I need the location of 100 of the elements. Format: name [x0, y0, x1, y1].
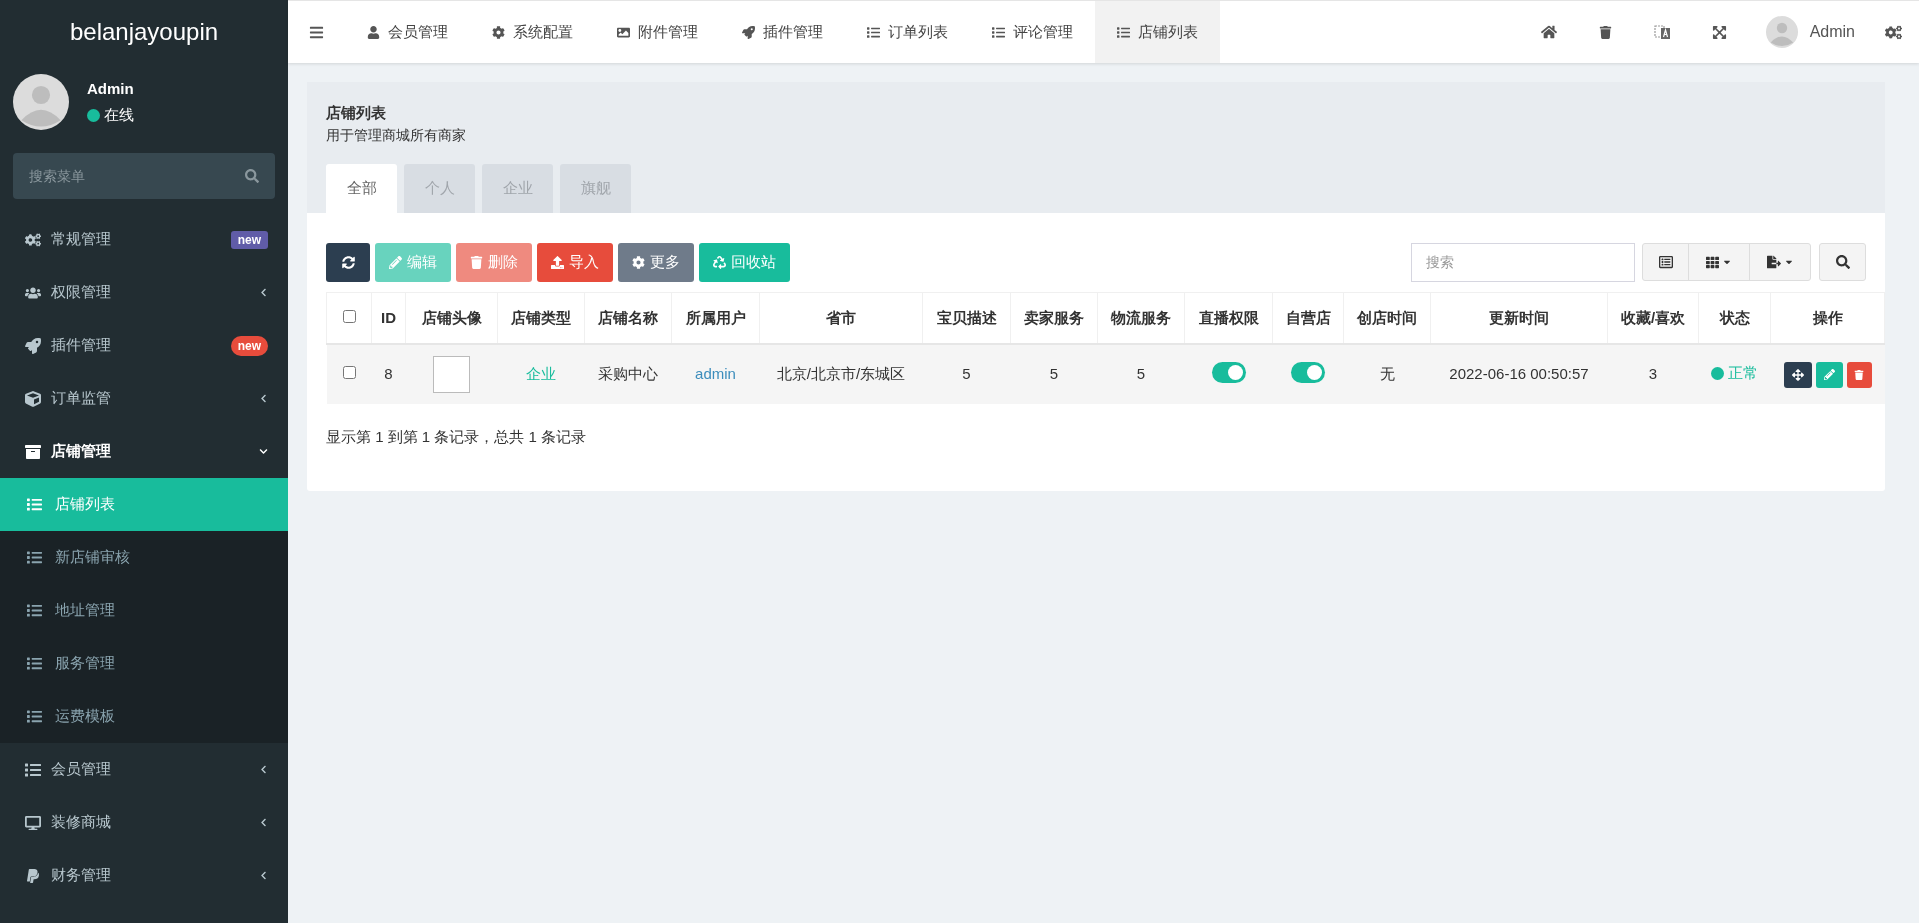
trash-icon[interactable]	[1598, 25, 1612, 39]
new-badge: new	[230, 335, 268, 356]
submenu-item[interactable]: 运费模板	[0, 690, 288, 743]
column-header: 店铺头像	[405, 292, 498, 344]
column-header: 创店时间	[1343, 292, 1431, 344]
list-view-icon	[1658, 255, 1673, 269]
move-icon	[1791, 368, 1804, 381]
pencil-icon	[1823, 369, 1835, 380]
column-header: 直播权限	[1184, 292, 1273, 344]
table-cell: 5	[922, 344, 1011, 404]
menu-search-input[interactable]: 搜索菜单	[29, 165, 245, 187]
column-header: 店铺名称	[584, 292, 672, 344]
rocket-icon	[742, 25, 755, 39]
menu-item[interactable]: 订单监管	[0, 372, 288, 425]
export-icon	[1766, 255, 1781, 269]
menu-label: 订单监管	[51, 388, 112, 409]
gear-icon	[492, 25, 505, 39]
chevron-left-icon	[259, 871, 268, 880]
table-cell: 无	[1343, 344, 1431, 404]
nav-tab[interactable]: 附件管理	[595, 1, 720, 63]
column-header: 更新时间	[1430, 292, 1608, 344]
refresh-icon	[341, 255, 355, 269]
column-header: 宝贝描述	[922, 292, 1011, 344]
submenu-item[interactable]: 服务管理	[0, 637, 288, 690]
refresh-button[interactable]	[326, 242, 370, 282]
table-cell: 2022-06-16 00:50:57	[1430, 344, 1608, 404]
user-status: 在线	[104, 105, 134, 125]
submenu-item[interactable]: 地址管理	[0, 584, 288, 637]
column-header: ID	[371, 292, 406, 344]
table-cell: 3	[1607, 344, 1699, 404]
menu-label: 权限管理	[51, 282, 112, 303]
gear-icon	[632, 255, 645, 269]
submenu-item[interactable]: 新店铺审核	[0, 531, 288, 584]
nav-tab[interactable]: 会员管理	[345, 1, 470, 63]
table-search-input[interactable]: 搜索	[1426, 251, 1620, 273]
menu-item[interactable]: 权限管理	[0, 266, 288, 319]
table-cell: 5	[1097, 344, 1185, 404]
chevron-down-icon	[259, 447, 268, 456]
filter-tab[interactable]: 全部	[326, 163, 397, 213]
menu-item[interactable]: 常规管理 new	[0, 213, 288, 266]
column-header: 所属用户	[671, 292, 760, 344]
chevron-left-icon	[259, 765, 268, 774]
menu-search-field[interactable]: 搜索菜单	[13, 153, 275, 199]
menu-label: 店铺管理	[51, 441, 112, 462]
grid-icon	[1706, 255, 1719, 269]
user-avatar-icon	[1765, 16, 1798, 48]
table-cell: 8	[371, 344, 406, 404]
nav-tab[interactable]: 系统配置	[470, 1, 595, 63]
user-name[interactable]: Admin	[1809, 20, 1855, 44]
list-icon	[27, 550, 42, 565]
status-text: 正常	[1728, 363, 1758, 384]
menu-item[interactable]: 财务管理	[0, 849, 288, 902]
table-cell: 采购中心	[584, 344, 672, 404]
pagination-info: 显示第 1 到第 1 条记录，总共 1 条记录	[326, 427, 588, 447]
list-icon	[992, 25, 1005, 39]
trash-icon	[470, 255, 483, 269]
upload-icon	[551, 255, 564, 269]
chevron-left-icon	[259, 288, 268, 297]
nav-tab[interactable]: 店铺列表	[1095, 1, 1220, 63]
more-button[interactable]: 更多	[618, 242, 694, 282]
list-icon	[1117, 25, 1130, 39]
table-search-field[interactable]: 搜索	[1411, 242, 1635, 282]
column-header: 物流服务	[1097, 292, 1185, 344]
list-icon	[867, 25, 880, 39]
column-header: 卖家服务	[1010, 292, 1098, 344]
menu-label: 装修商城	[51, 812, 112, 833]
settings-icon[interactable]	[1885, 23, 1902, 41]
list-icon	[27, 497, 42, 512]
list-icon	[27, 656, 42, 671]
image-icon	[617, 25, 630, 39]
fullscreen-icon[interactable]	[1711, 24, 1727, 40]
menu-item[interactable]: 会员管理	[0, 743, 288, 796]
delete-row-button[interactable]	[1846, 361, 1872, 388]
menu-item[interactable]: 装修商城	[0, 796, 288, 849]
chevron-left-icon	[259, 394, 268, 403]
toggle-switch[interactable]	[1211, 362, 1246, 384]
search-button[interactable]	[1819, 243, 1866, 281]
list-icon	[27, 603, 42, 618]
new-badge: new	[230, 230, 268, 249]
menu-label: 插件管理	[51, 335, 112, 356]
menu-item[interactable]: 插件管理 new	[0, 319, 288, 372]
menu-label: 常规管理	[51, 229, 112, 250]
menu-label: 财务管理	[51, 865, 112, 886]
chevron-left-icon	[259, 818, 268, 827]
import-button[interactable]: 导入	[537, 242, 613, 282]
search-icon	[245, 169, 259, 183]
logo-text: belanjayoupin	[69, 16, 219, 47]
trash-icon	[1854, 369, 1864, 380]
translate-icon[interactable]	[1653, 23, 1671, 41]
toggle-switch[interactable]	[1291, 362, 1325, 384]
list-icon	[27, 709, 42, 724]
select-all-checkbox[interactable]	[342, 309, 356, 323]
nav-tab[interactable]: 订单列表	[845, 1, 970, 63]
row-checkbox[interactable]	[342, 366, 356, 380]
menu-item[interactable]: 店铺管理	[0, 425, 288, 478]
nav-tab[interactable]: 评论管理	[970, 1, 1095, 63]
home-icon[interactable]	[1540, 24, 1557, 40]
page-title: 店铺列表	[326, 103, 387, 123]
drag-button[interactable]	[1783, 361, 1812, 388]
nav-tab[interactable]: 插件管理	[720, 1, 845, 63]
